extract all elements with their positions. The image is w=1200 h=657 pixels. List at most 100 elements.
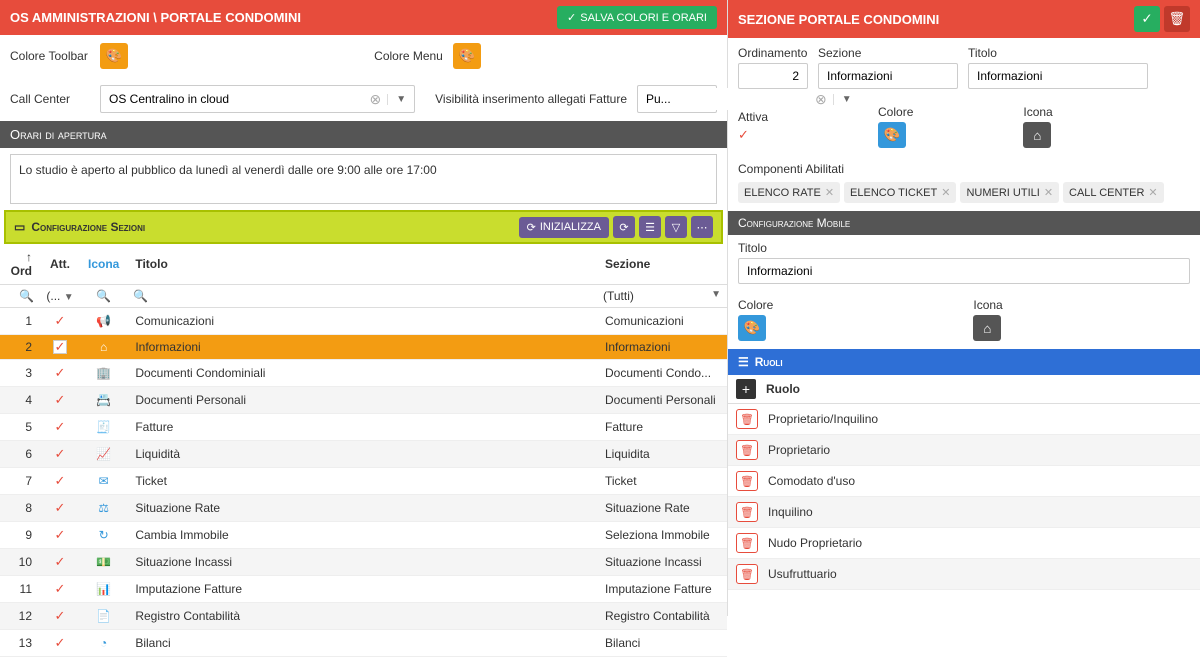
ruolo-label: Inquilino (768, 505, 813, 519)
check-icon: ✓ (55, 581, 66, 596)
delete-ruolo-button[interactable]: 🗑 (736, 409, 758, 429)
cell-ord: 9 (0, 522, 40, 549)
cell-titolo: Comunicazioni (127, 308, 597, 335)
cell-att: ✓ (40, 603, 80, 630)
check-icon: ✓ (53, 340, 67, 354)
chevron-down-icon[interactable]: ▼ (64, 292, 74, 303)
ruolo-row[interactable]: 🗑Proprietario/Inquilino (728, 404, 1200, 435)
ruolo-row[interactable]: 🗑 Comodato d'uso (728, 466, 1200, 497)
visibilita-select[interactable]: ⊗ ▼ (637, 85, 717, 113)
search-icon[interactable]: 🔍 (133, 289, 148, 303)
tag[interactable]: ELENCO TICKET ✕ (844, 182, 956, 203)
table-row[interactable]: 5✓🧾FattureFatture (0, 414, 727, 441)
search-icon[interactable]: 🔍 (96, 289, 111, 303)
delete-ruolo-button[interactable]: 🗑 (736, 471, 758, 491)
table-row[interactable]: 6✓📈LiquiditàLiquidita (0, 441, 727, 468)
delete-ruolo-button[interactable]: 🗑 (736, 502, 758, 522)
table-row[interactable]: 13✓◔BilanciBilanci (0, 630, 727, 657)
delete-ruolo-button[interactable]: 🗑 (736, 533, 758, 553)
ruolo-row[interactable]: 🗑Usufruttuario (728, 559, 1200, 590)
cell-icon: ↻ (80, 522, 127, 549)
table-row[interactable]: 12✓📄Registro ContabilitàRegistro Contabi… (0, 603, 727, 630)
ruolo-row[interactable]: 🗑Proprietario (728, 435, 1200, 466)
orari-text[interactable]: Lo studio è aperto al pubblico da lunedì… (10, 154, 717, 204)
clear-icon[interactable]: ⊗ (363, 91, 387, 108)
mobile-icona-button[interactable]: ⌂ (973, 315, 1001, 341)
color-menu-button[interactable]: 🎨 (453, 43, 481, 69)
filter-att[interactable]: (... (46, 289, 60, 303)
table-row[interactable]: 7✓✉TicketTicket (0, 468, 727, 495)
ruolo-row[interactable]: 🗑Nudo Proprietario (728, 528, 1200, 559)
mobile-titolo-input[interactable] (738, 258, 1190, 284)
table-row[interactable]: 9✓↻Cambia ImmobileSeleziona Immobile (0, 522, 727, 549)
sezioni-table: ↑ Ord Att. Icona Titolo Sezione 🔍 (... ▼… (0, 244, 727, 657)
ruolo-label: Comodato d'uso (768, 474, 855, 488)
filter-sezione[interactable]: (Tutti) (603, 289, 634, 303)
remove-tag-icon[interactable]: ✕ (825, 186, 834, 199)
more-button[interactable]: ⋯ (691, 216, 713, 238)
cell-ord: 2 (0, 335, 40, 360)
call-center-select[interactable]: ⊗ ▼ (100, 85, 415, 113)
table-row[interactable]: 11✓📊Imputazione FattureImputazione Fattu… (0, 576, 727, 603)
table-row[interactable]: 1✓📢ComunicazioniComunicazioni (0, 308, 727, 335)
save-colors-hours-button[interactable]: ✓ SALVA COLORI E ORARI (557, 6, 717, 29)
call-center-label: Call Center (10, 92, 90, 106)
cell-att: ✓ (40, 576, 80, 603)
chevron-down-icon[interactable]: ▼ (387, 94, 414, 105)
cell-icon: ✉ (80, 468, 127, 495)
left-header-title: OS AMMINISTRAZIONI \ PORTALE CONDOMINI (10, 10, 301, 25)
cell-ord: 4 (0, 387, 40, 414)
cell-ord: 11 (0, 576, 40, 603)
col-ord[interactable]: ↑ Ord (0, 244, 40, 285)
sezione-label: Sezione (818, 46, 958, 60)
titolo-input[interactable] (968, 63, 1148, 89)
ordinamento-input[interactable] (738, 63, 808, 89)
cell-icon: 🧾 (80, 414, 127, 441)
col-icona[interactable]: Icona (80, 244, 127, 285)
col-titolo[interactable]: Titolo (127, 244, 597, 285)
ruolo-row[interactable]: 🗑 Inquilino (728, 497, 1200, 528)
remove-tag-icon[interactable]: ✕ (1148, 186, 1157, 199)
cell-icon: 📄 (80, 603, 127, 630)
table-row[interactable]: 10✓💵Situazione IncassiSituazione Incassi (0, 549, 727, 576)
table-row[interactable]: 8✓⚖Situazione RateSituazione Rate (0, 495, 727, 522)
inizializza-button[interactable]: ⟳ INIZIALIZZA (519, 217, 609, 238)
colore-button[interactable]: 🎨 (878, 122, 906, 148)
ordinamento-label: Ordinamento (738, 46, 808, 60)
confirm-button[interactable]: ✓ (1134, 6, 1160, 32)
call-center-input[interactable] (101, 88, 363, 110)
mobile-header: Configurazione Mobile (728, 211, 1200, 235)
right-header-title: SEZIONE PORTALE CONDOMINI (738, 12, 939, 27)
table-row[interactable]: 4✓📇Documenti PersonaliDocumenti Personal… (0, 387, 727, 414)
table-row[interactable]: 2✓⌂InformazioniInformazioni (0, 335, 727, 360)
attiva-check-icon[interactable]: ✓ (738, 127, 768, 143)
icona-button[interactable]: ⌂ (1023, 122, 1051, 148)
delete-ruolo-button[interactable]: 🗑 (736, 440, 758, 460)
col-att[interactable]: Att. (40, 244, 80, 285)
visibilita-label: Visibilità inserimento allegati Fatture (435, 92, 627, 106)
col-sezione[interactable]: Sezione (597, 244, 727, 285)
tag[interactable]: ELENCO RATE ✕ (738, 182, 840, 203)
filter-button[interactable]: ▽ (665, 216, 687, 238)
cell-ord: 12 (0, 603, 40, 630)
delete-button[interactable]: 🗑 (1164, 6, 1190, 32)
sezione-input[interactable] (818, 63, 958, 89)
cell-icon: 📇 (80, 387, 127, 414)
mobile-colore-button[interactable]: 🎨 (738, 315, 766, 341)
tag[interactable]: NUMERI UTILI ✕ (960, 182, 1059, 203)
cell-att: ✓ (40, 468, 80, 495)
chevron-down-icon[interactable]: ▼ (711, 289, 721, 300)
search-icon[interactable]: 🔍 (19, 289, 34, 303)
add-ruolo-button[interactable]: + (736, 379, 756, 399)
check-icon: ✓ (55, 392, 66, 407)
cell-att: ✓ (40, 335, 80, 360)
cell-icon: 🏢 (80, 360, 127, 387)
remove-tag-icon[interactable]: ✕ (941, 186, 950, 199)
remove-tag-icon[interactable]: ✕ (1044, 186, 1053, 199)
color-toolbar-button[interactable]: 🎨 (100, 43, 128, 69)
tag[interactable]: CALL CENTER ✕ (1063, 182, 1164, 203)
list-view-button[interactable]: ☰ (639, 216, 661, 238)
table-row[interactable]: 3✓🏢Documenti CondominialiDocumenti Condo… (0, 360, 727, 387)
delete-ruolo-button[interactable]: 🗑 (736, 564, 758, 584)
refresh-button[interactable]: ⟳ (613, 216, 635, 238)
